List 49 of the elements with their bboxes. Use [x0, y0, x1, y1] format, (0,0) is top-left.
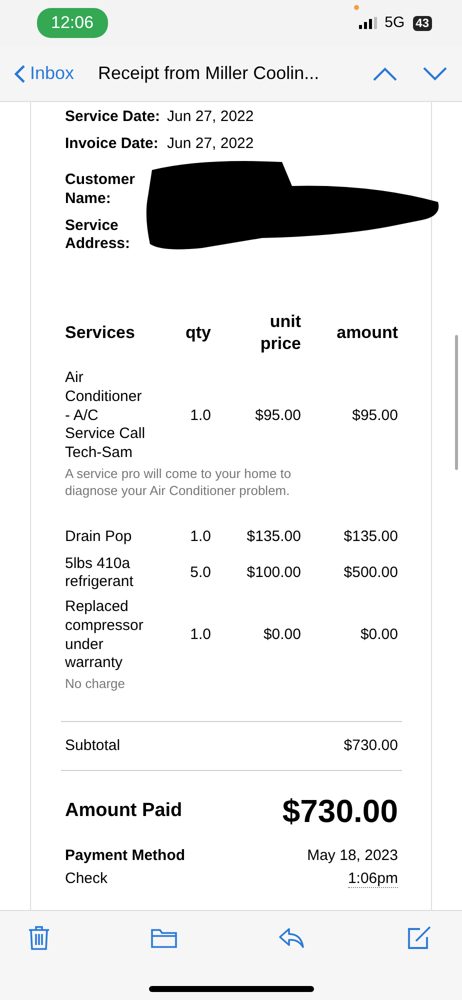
payment-method-value: Check	[65, 868, 109, 889]
item-unit-price: $0.00	[262, 625, 301, 646]
column-header: Services	[65, 322, 136, 344]
item-amount: $0.00	[359, 625, 398, 646]
item-qty: 1.0	[189, 406, 211, 426]
date-value: Jun 27, 2022	[167, 134, 254, 154]
field-label: Customer Name:	[65, 171, 136, 208]
date-label: Invoice Date:	[65, 134, 160, 154]
item-name: Air Conditioner - A/C Service Call Tech-Sam	[65, 369, 146, 463]
item-unit-price: $100.00	[246, 563, 301, 584]
item-note: A service pro will come to your home to diagnose your Air Conditioner problem.	[65, 464, 292, 500]
item-amount: $95.00	[351, 406, 398, 426]
message-title: Receipt from Miller Coolin...	[98, 62, 320, 85]
date-label: Service Date:	[65, 107, 162, 127]
trash-button[interactable]	[28, 925, 50, 951]
amount-paid-value: $730.00	[282, 792, 398, 832]
compose-button[interactable]	[406, 925, 432, 951]
payment-date: May 18, 2023	[307, 846, 398, 866]
signal-icon	[358, 17, 377, 29]
item-amount: $500.00	[342, 563, 398, 584]
column-header: unit price	[259, 311, 301, 356]
previous-message-button[interactable]	[372, 66, 398, 82]
item-unit-price: $95.00	[254, 406, 301, 426]
network-label: 5G	[384, 12, 405, 33]
clock-time: 12:06	[37, 8, 108, 38]
item-qty: 5.0	[189, 563, 211, 584]
item-unit-price: $135.00	[246, 527, 301, 548]
privacy-indicator-dot	[354, 5, 359, 10]
reply-button[interactable]	[278, 925, 306, 951]
chevron-left-icon	[14, 64, 26, 84]
payment-method-label: Payment Method	[65, 846, 186, 866]
item-qty: 1.0	[189, 527, 211, 548]
item-amount: $135.00	[342, 527, 398, 548]
item-qty: 1.0	[189, 625, 211, 646]
item-name: Replaced compressor under warranty	[65, 598, 144, 674]
battery-level: 43	[412, 16, 432, 30]
amount-paid-label: Amount Paid	[65, 798, 182, 823]
item-note: No charge	[65, 675, 126, 693]
back-button[interactable]: Inbox	[14, 60, 74, 87]
date-value: Jun 27, 2022	[167, 107, 254, 127]
subtotal-label: Subtotal	[65, 736, 120, 756]
field-label: Service Address:	[65, 216, 132, 254]
subtotal-value: $730.00	[344, 736, 398, 756]
item-name: Drain Pop	[65, 528, 133, 547]
next-message-button[interactable]	[422, 66, 448, 82]
payment-time: 1:06pm	[348, 870, 398, 888]
column-header: amount	[336, 322, 398, 344]
item-name: 5lbs 410a refrigerant	[65, 554, 134, 592]
column-header: qty	[184, 322, 211, 344]
